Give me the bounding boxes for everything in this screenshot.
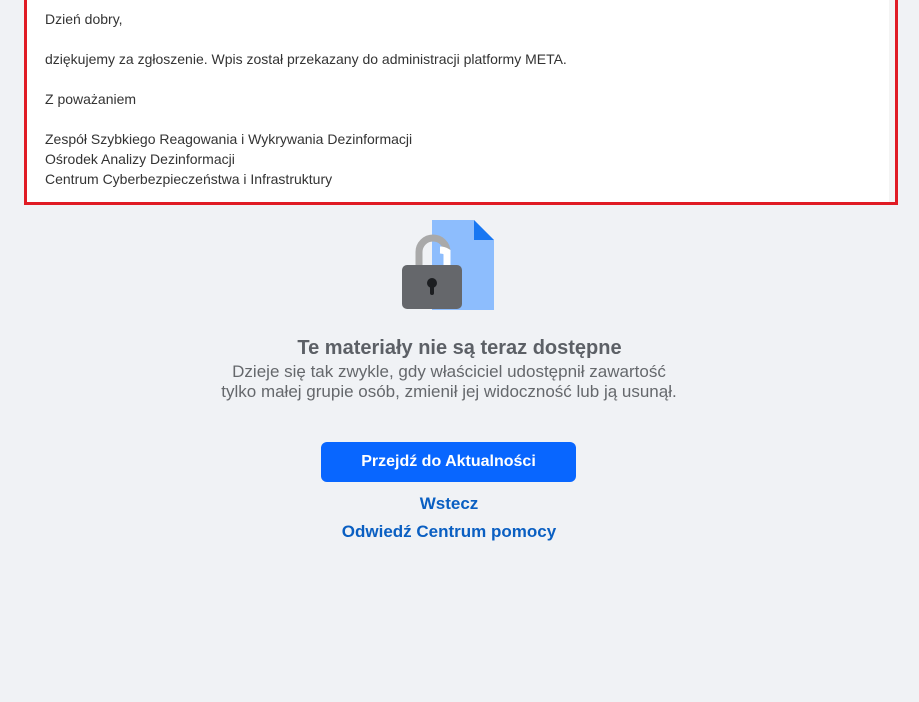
email-greeting: Dzień dobry, <box>45 11 123 27</box>
email-scroll-edge <box>889 0 895 202</box>
email-signature-line-2: Ośrodek Analizy Dezinformacji <box>45 151 235 167</box>
unavailable-description: Dzieje się tak zwykle, gdy właściciel ud… <box>221 362 677 401</box>
back-link[interactable]: Wstecz <box>0 493 898 515</box>
unavailable-title: Te materiały nie są teraz dostępne <box>297 337 622 359</box>
help-center-link[interactable]: Odwiedź Centrum pomocy <box>0 521 898 543</box>
highlighted-email-reply: Dzień dobry, dziękujemy za zgłoszenie. W… <box>24 0 898 205</box>
email-signature-line-1: Zespół Szybkiego Reagowania i Wykrywania… <box>45 131 413 147</box>
locked-document-icon <box>402 220 494 310</box>
email-content: Dzień dobry, dziękujemy za zgłoszenie. W… <box>27 0 889 202</box>
email-body: dziękujemy za zgłoszenie. Wpis został pr… <box>45 51 567 67</box>
page: Dzień dobry, dziękujemy za zgłoszenie. W… <box>0 0 919 702</box>
email-closing: Z poważaniem <box>45 91 137 107</box>
go-to-feed-button[interactable]: Przejdź do Aktualności <box>321 442 576 482</box>
email-signature-line-3: Centrum Cyberbezpieczeństwa i Infrastruk… <box>45 171 333 187</box>
